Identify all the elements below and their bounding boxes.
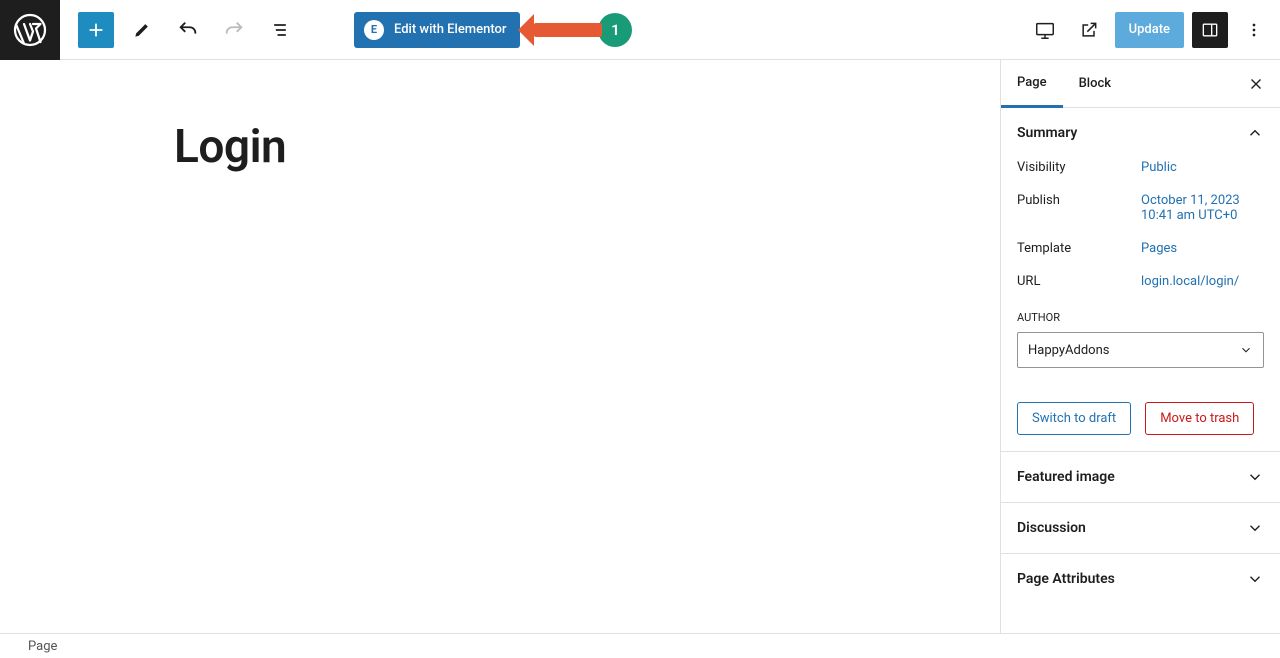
discussion-title: Discussion <box>1017 520 1086 536</box>
editor-canvas[interactable]: Login <box>0 60 1000 633</box>
close-sidebar-button[interactable] <box>1240 68 1272 100</box>
sidebar-icon <box>1200 20 1220 40</box>
external-icon <box>1079 20 1099 40</box>
visibility-value[interactable]: Public <box>1141 160 1177 175</box>
publish-label: Publish <box>1017 193 1141 208</box>
update-button[interactable]: Update <box>1115 12 1184 48</box>
desktop-icon <box>1034 19 1056 41</box>
summary-section: Summary Visibility Public Publish Octobe… <box>1001 108 1280 452</box>
visibility-label: Visibility <box>1017 160 1141 175</box>
author-value: HappyAddons <box>1028 343 1109 358</box>
wordpress-logo[interactable] <box>0 0 60 60</box>
template-label: Template <box>1017 241 1141 256</box>
tab-page[interactable]: Page <box>1001 60 1063 108</box>
author-select[interactable]: HappyAddons <box>1017 332 1264 368</box>
list-icon <box>270 20 290 40</box>
tab-block[interactable]: Block <box>1063 60 1127 108</box>
top-toolbar: E Edit with Elementor 1 Update <box>0 0 1280 60</box>
footer-breadcrumb-text: Page <box>28 639 57 654</box>
view-button[interactable] <box>1027 12 1063 48</box>
url-value[interactable]: login.local/login/ <box>1141 274 1239 289</box>
page-attributes-toggle[interactable]: Page Attributes <box>1001 554 1280 604</box>
annotation-arrow: 1 <box>534 13 632 47</box>
more-options-button[interactable] <box>1236 12 1272 48</box>
chevron-up-icon <box>1246 124 1264 142</box>
document-overview-button[interactable] <box>262 12 298 48</box>
move-to-trash-button[interactable]: Move to trash <box>1145 402 1254 435</box>
footer-breadcrumb: Page <box>0 633 1280 658</box>
summary-title: Summary <box>1017 125 1077 141</box>
summary-toggle[interactable]: Summary <box>1017 124 1264 142</box>
chevron-down-icon <box>1246 519 1264 537</box>
tools-button[interactable] <box>124 12 160 48</box>
view-page-button[interactable] <box>1071 12 1107 48</box>
author-label: AUTHOR <box>1017 311 1264 324</box>
undo-icon <box>177 19 199 41</box>
kebab-icon <box>1244 20 1264 40</box>
chevron-down-icon <box>1246 570 1264 588</box>
elementor-label: Edit with Elementor <box>394 22 506 37</box>
page-title[interactable]: Login <box>174 120 1000 174</box>
update-label: Update <box>1129 22 1170 37</box>
pencil-icon <box>132 20 152 40</box>
chevron-down-icon <box>1239 343 1253 357</box>
settings-panel-toggle[interactable] <box>1192 12 1228 48</box>
add-block-button[interactable] <box>78 12 114 48</box>
wordpress-icon <box>12 12 48 48</box>
redo-icon <box>223 19 245 41</box>
settings-sidebar: Page Block Summary Visibility Public Pub… <box>1000 60 1280 633</box>
featured-image-toggle[interactable]: Featured image <box>1001 452 1280 503</box>
elementor-icon: E <box>364 20 384 40</box>
redo-button <box>216 12 252 48</box>
close-icon <box>1247 75 1265 93</box>
annotation-badge: 1 <box>598 13 632 47</box>
edit-with-elementor-button[interactable]: E Edit with Elementor <box>354 12 520 48</box>
featured-image-title: Featured image <box>1017 469 1115 485</box>
switch-to-draft-button[interactable]: Switch to draft <box>1017 402 1131 435</box>
url-label: URL <box>1017 274 1141 289</box>
discussion-toggle[interactable]: Discussion <box>1001 503 1280 554</box>
undo-button[interactable] <box>170 12 206 48</box>
plus-icon <box>85 19 107 41</box>
chevron-down-icon <box>1246 468 1264 486</box>
publish-value[interactable]: October 11, 2023 10:41 am UTC+0 <box>1141 193 1261 223</box>
template-value[interactable]: Pages <box>1141 241 1177 256</box>
page-attributes-title: Page Attributes <box>1017 571 1115 587</box>
